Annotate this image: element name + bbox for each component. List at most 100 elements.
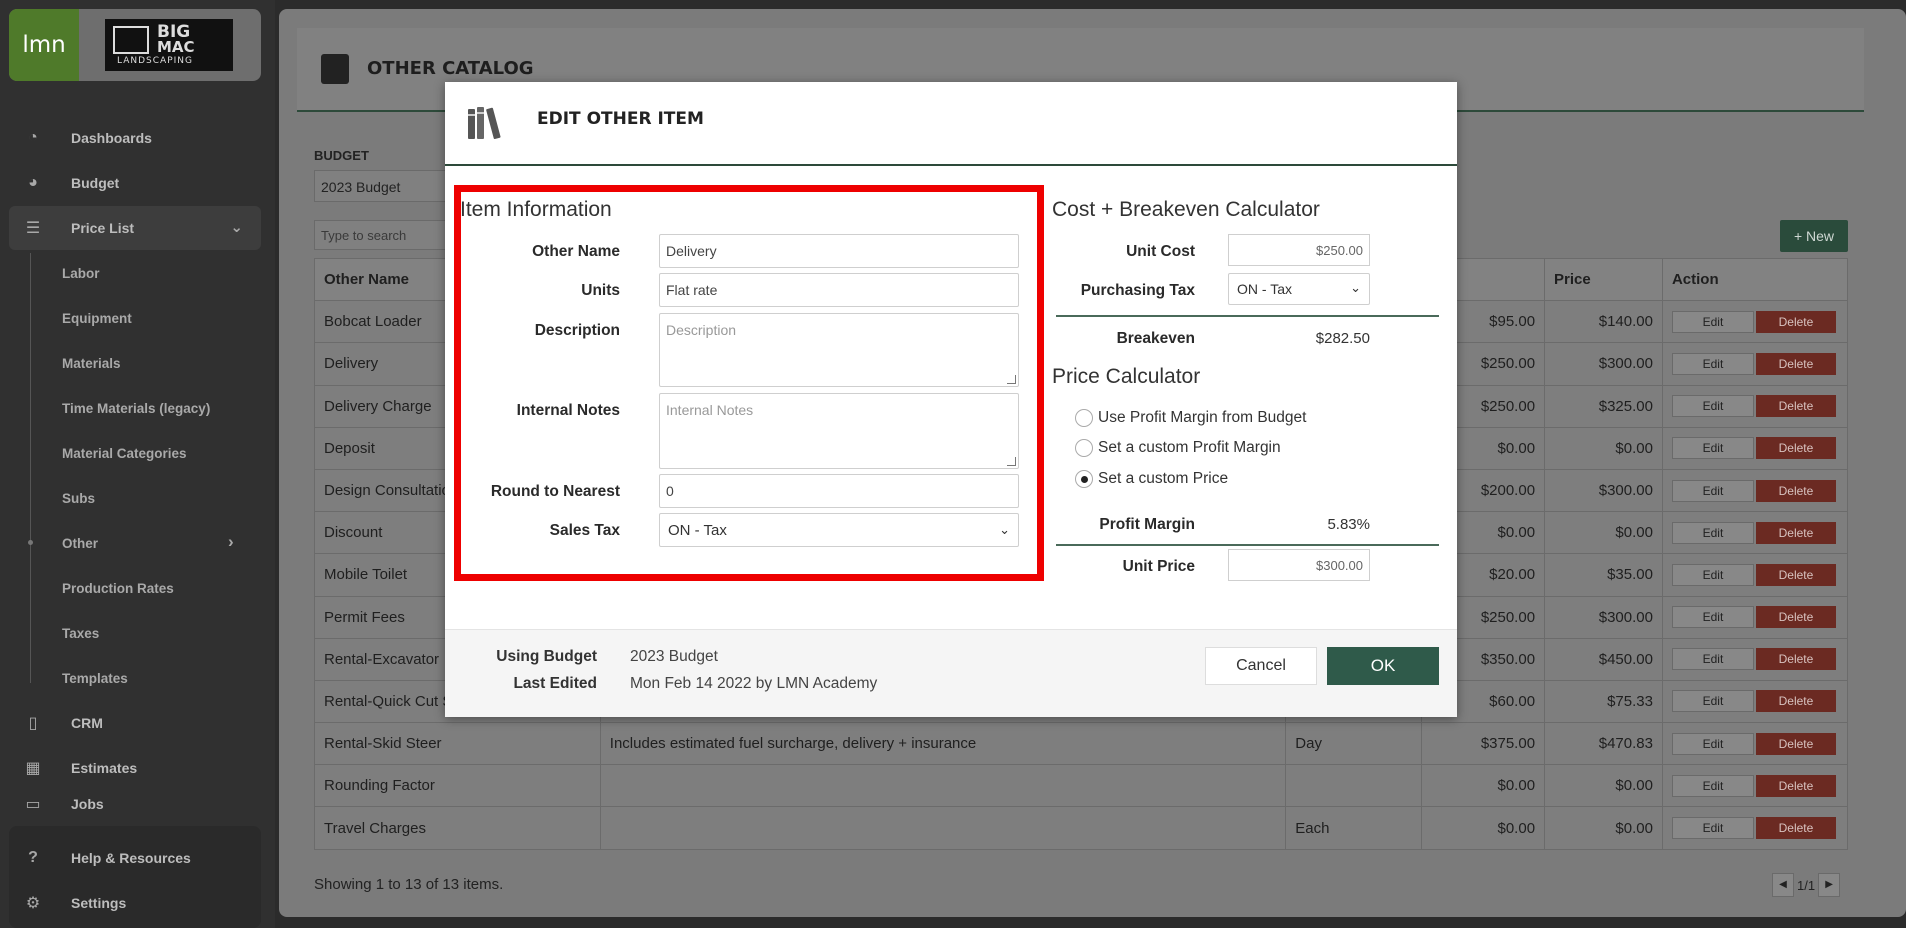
chevron-right-icon: › bbox=[228, 532, 234, 551]
sales-tax-select[interactable]: ON - Tax ⌄ bbox=[659, 513, 1019, 547]
prev-page-button[interactable]: ◀ bbox=[1772, 873, 1794, 897]
radio-custom-profit-margin-label: Set a custom Profit Margin bbox=[1098, 439, 1281, 456]
internal-notes-textarea[interactable]: Internal Notes bbox=[659, 393, 1019, 469]
lmn-logo[interactable]: lmn bbox=[9, 9, 79, 81]
nav-settings-label: Settings bbox=[71, 895, 127, 911]
radio-custom-price[interactable] bbox=[1075, 470, 1093, 488]
edit-button[interactable]: Edit bbox=[1671, 352, 1754, 375]
sales-tax-value: ON - Tax bbox=[668, 522, 727, 539]
search-input[interactable]: Type to search bbox=[314, 220, 464, 250]
delete-button[interactable]: Delete bbox=[1755, 352, 1836, 375]
row-actions: Edit Delete bbox=[1661, 637, 1849, 681]
delete-button[interactable]: Delete bbox=[1755, 563, 1836, 586]
help-icon: ? bbox=[28, 849, 38, 866]
edit-other-item-modal: EDIT OTHER ITEM Item Information Other N… bbox=[445, 82, 1457, 717]
delete-button[interactable]: Delete bbox=[1755, 395, 1836, 418]
pager: ◀ 1/1 ▶ bbox=[1772, 873, 1841, 897]
round-to-nearest-input[interactable]: 0 bbox=[659, 474, 1019, 508]
breakeven-value: $282.50 bbox=[1315, 330, 1370, 347]
sub-subs[interactable]: Subs bbox=[62, 491, 95, 506]
row-cost: $375.00 bbox=[1421, 722, 1546, 766]
sub-taxes[interactable]: Taxes bbox=[62, 626, 99, 641]
row-other-name: Travel Charges bbox=[314, 806, 601, 850]
radio-custom-profit-margin[interactable] bbox=[1075, 439, 1093, 457]
nav-estimates[interactable]: ▦ Estimates bbox=[9, 746, 261, 790]
sub-other[interactable]: Other bbox=[62, 536, 98, 551]
edit-button[interactable]: Edit bbox=[1671, 774, 1754, 797]
gauge-icon: ◔ bbox=[28, 129, 38, 146]
submenu-line bbox=[30, 253, 31, 683]
nav-dashboards[interactable]: ◔ Dashboards bbox=[9, 116, 261, 160]
cancel-button[interactable]: Cancel bbox=[1205, 647, 1317, 685]
nav-price-list[interactable]: ☰ Price List ⌄ bbox=[9, 206, 261, 250]
edit-button[interactable]: Edit bbox=[1671, 479, 1754, 502]
edit-button[interactable]: Edit bbox=[1671, 690, 1754, 713]
delete-button[interactable]: Delete bbox=[1755, 521, 1836, 544]
unit-cost-input[interactable]: $250.00 bbox=[1228, 234, 1370, 266]
edit-button[interactable]: Edit bbox=[1671, 437, 1754, 460]
unit-price-input[interactable]: $300.00 bbox=[1228, 549, 1370, 581]
nav-jobs[interactable]: ▭ Jobs bbox=[9, 791, 261, 817]
price-separator bbox=[1056, 544, 1439, 546]
radio-profit-margin-budget-label: Use Profit Margin from Budget bbox=[1098, 409, 1307, 426]
edit-button[interactable]: Edit bbox=[1671, 732, 1754, 755]
col-price[interactable]: Price bbox=[1544, 257, 1663, 302]
delete-button[interactable]: Delete bbox=[1755, 774, 1836, 797]
delete-button[interactable]: Delete bbox=[1755, 437, 1836, 460]
edit-button[interactable]: Edit bbox=[1671, 395, 1754, 418]
edit-button[interactable]: Edit bbox=[1671, 310, 1754, 333]
edit-button[interactable]: Edit bbox=[1671, 817, 1754, 840]
row-actions: Edit Delete bbox=[1661, 300, 1849, 344]
delete-button[interactable]: Delete bbox=[1755, 310, 1836, 333]
ok-button[interactable]: OK bbox=[1327, 647, 1439, 685]
edit-button[interactable]: Edit bbox=[1671, 521, 1754, 544]
description-label: Description bbox=[534, 322, 620, 339]
sub-time-materials[interactable]: Time Materials (legacy) bbox=[62, 401, 210, 416]
sub-material-categories[interactable]: Material Categories bbox=[62, 446, 187, 461]
row-actions: Edit Delete bbox=[1661, 468, 1849, 513]
edit-button[interactable]: Edit bbox=[1671, 606, 1754, 629]
budget-select[interactable]: 2023 Budget bbox=[314, 170, 464, 202]
description-textarea[interactable]: Description bbox=[659, 313, 1019, 387]
nav-crm[interactable]: ▯ CRM bbox=[9, 701, 261, 745]
row-unit bbox=[1285, 764, 1423, 808]
purchasing-tax-select[interactable]: ON - Tax ⌄ bbox=[1228, 273, 1370, 305]
sub-templates[interactable]: Templates bbox=[62, 671, 128, 686]
nav-budget-label: Budget bbox=[71, 175, 120, 191]
other-name-label: Other Name bbox=[532, 243, 620, 260]
item-info-title: Item Information bbox=[460, 198, 612, 221]
sidebar: lmn BIG MAC LANDSCAPING ◔ Dashboards ◕ B… bbox=[0, 0, 275, 928]
unit-cost-label: Unit Cost bbox=[1126, 243, 1195, 260]
new-button[interactable]: + New bbox=[1780, 220, 1848, 252]
books-icon bbox=[468, 107, 501, 140]
next-page-button[interactable]: ▶ bbox=[1818, 873, 1841, 897]
resize-grip-icon[interactable] bbox=[1007, 457, 1016, 466]
sub-equipment[interactable]: Equipment bbox=[62, 311, 132, 326]
using-budget-value: 2023 Budget bbox=[630, 648, 718, 665]
contact-card-icon: ▯ bbox=[28, 715, 38, 732]
sub-materials[interactable]: Materials bbox=[62, 356, 121, 371]
plus-icon: + bbox=[1793, 228, 1807, 244]
other-name-input[interactable]: Delivery bbox=[659, 234, 1019, 268]
sub-production-rates[interactable]: Production Rates bbox=[62, 581, 174, 596]
nav-settings[interactable]: ⚙ Settings bbox=[9, 881, 261, 925]
sub-labor[interactable]: Labor bbox=[62, 266, 100, 281]
units-input[interactable]: Flat rate bbox=[659, 273, 1019, 307]
nav-price-list-label: Price List bbox=[71, 220, 135, 236]
radio-profit-margin-budget[interactable] bbox=[1075, 409, 1093, 427]
edit-button[interactable]: Edit bbox=[1671, 648, 1754, 671]
row-actions: Edit Delete bbox=[1661, 384, 1849, 428]
delete-button[interactable]: Delete bbox=[1755, 817, 1836, 840]
delete-button[interactable]: Delete bbox=[1755, 690, 1836, 713]
resize-grip-icon[interactable] bbox=[1007, 375, 1016, 384]
nav-help[interactable]: ? Help & Resources bbox=[9, 836, 261, 880]
row-price: $75.33 bbox=[1544, 679, 1663, 724]
edit-button[interactable]: Edit bbox=[1671, 563, 1754, 586]
delete-button[interactable]: Delete bbox=[1755, 732, 1836, 755]
delete-button[interactable]: Delete bbox=[1755, 648, 1836, 671]
row-actions: Edit Delete bbox=[1661, 342, 1849, 386]
nav-budget[interactable]: ◕ Budget bbox=[9, 161, 261, 205]
row-unit: Each bbox=[1285, 806, 1423, 850]
delete-button[interactable]: Delete bbox=[1755, 479, 1836, 502]
delete-button[interactable]: Delete bbox=[1755, 606, 1836, 629]
